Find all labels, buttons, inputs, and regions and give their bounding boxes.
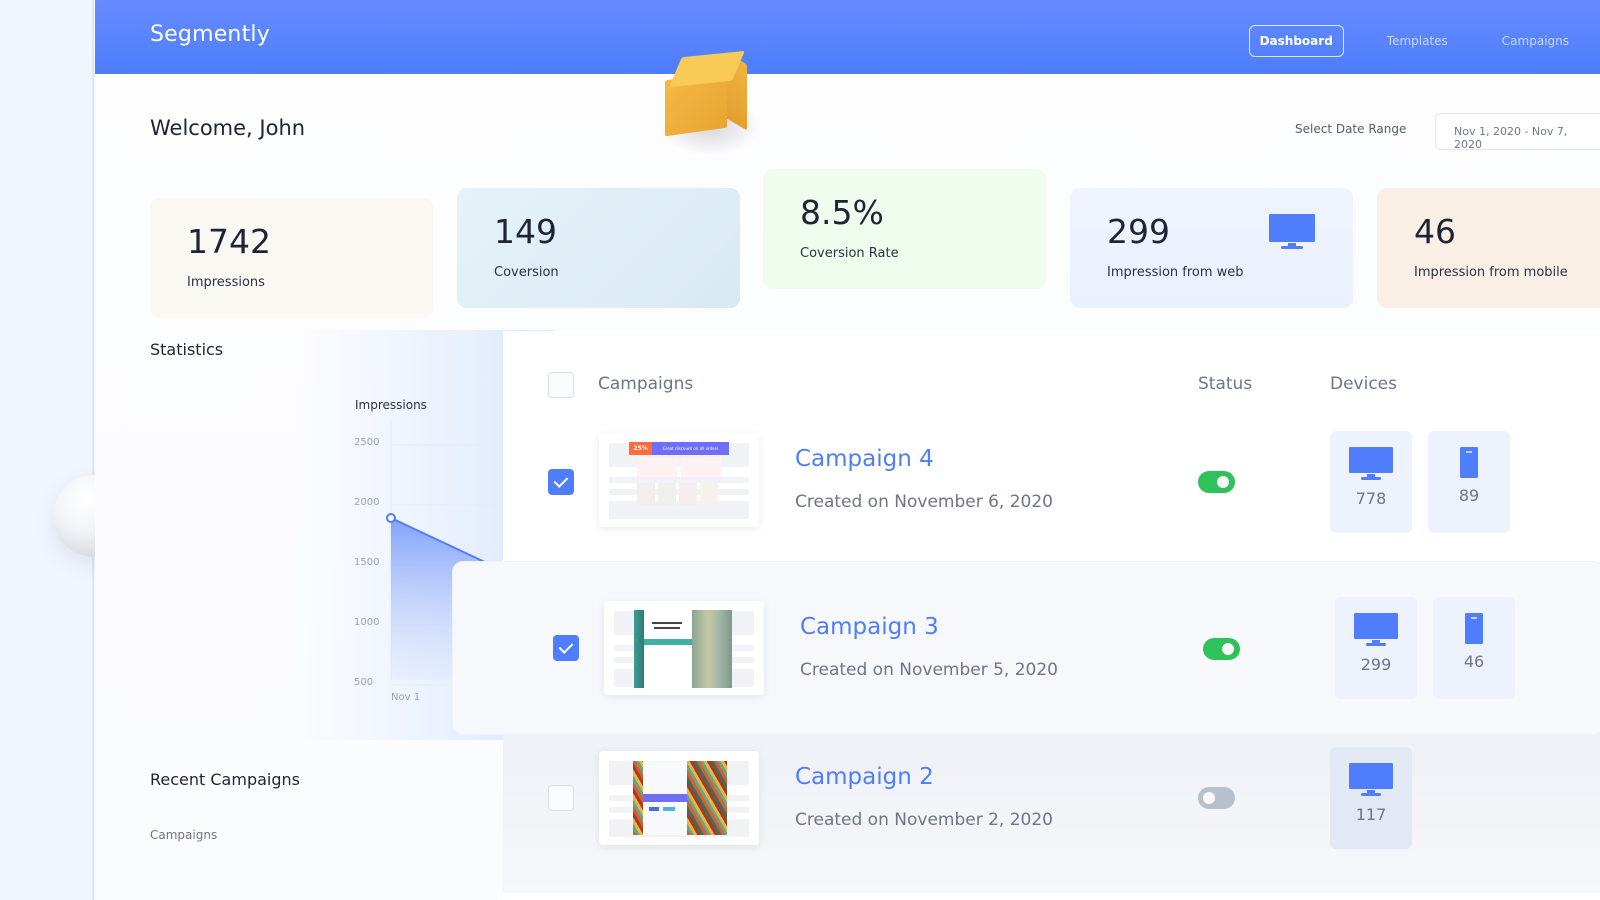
stat-card-mobile: 46 Impression from mobile <box>1377 188 1600 308</box>
stat-value: 8.5% <box>800 193 884 232</box>
device-count: 117 <box>1355 805 1387 824</box>
nav-templates[interactable]: Templates <box>1376 25 1459 57</box>
top-header: Segmently Dashboard Templates Campaigns <box>95 0 1600 74</box>
brand-logo[interactable]: Segmently <box>150 22 270 47</box>
device-mobile: 89 <box>1428 431 1510 533</box>
status-toggle[interactable] <box>1198 471 1235 493</box>
stat-label: Impression from web <box>1107 265 1244 280</box>
campaign-thumbnail[interactable] <box>604 601 764 695</box>
date-range-input[interactable]: Nov 1, 2020 - Nov 7, 2020 <box>1435 113 1600 151</box>
main-content: Segmently Dashboard Templates Campaigns … <box>95 0 1600 900</box>
stat-label: Coversion <box>494 265 559 280</box>
mobile-icon <box>1465 613 1483 644</box>
chart-y-tick-label: 1500 <box>354 557 379 568</box>
row-checkbox[interactable] <box>553 635 579 661</box>
campaign-created-date: Created on November 2, 2020 <box>795 810 1053 830</box>
welcome-heading: Welcome, John <box>150 116 306 140</box>
monitor-icon <box>1354 613 1398 646</box>
chart-y-tick-label: 1000 <box>354 617 379 628</box>
device-web: 778 <box>1330 431 1412 533</box>
decorative-cube <box>655 46 760 156</box>
device-count: 778 <box>1355 489 1387 508</box>
table-row[interactable]: 25% Great discount on all orders Campaig… <box>503 421 1600 581</box>
thumb-banner-text: Great discount on all orders <box>652 442 729 455</box>
campaign-name-link[interactable]: Campaign 4 <box>795 446 934 472</box>
device-count: 299 <box>1360 655 1392 674</box>
thumb-banner-badge: 25% <box>629 442 652 455</box>
device-web: 117 <box>1330 747 1412 849</box>
campaign-created-date: Created on November 5, 2020 <box>800 660 1058 680</box>
stat-card-conversion: 149 Coversion <box>457 188 740 308</box>
campaign-thumbnail[interactable] <box>599 751 759 845</box>
stat-label: Impression from mobile <box>1414 265 1568 280</box>
campaign-name-link[interactable]: Campaign 2 <box>795 764 934 790</box>
chart-y-tick-label: 2000 <box>354 497 379 508</box>
nav-dashboard[interactable]: Dashboard <box>1248 25 1344 57</box>
stat-value: 46 <box>1414 212 1456 251</box>
nav-campaigns[interactable]: Campaigns <box>1491 25 1580 57</box>
monitor-icon <box>1349 763 1393 796</box>
top-nav: Dashboard Templates Campaigns <box>1248 25 1600 57</box>
stat-label: Coversion Rate <box>800 246 899 261</box>
header-campaigns: Campaigns <box>598 374 694 394</box>
stat-card-conversion-rate: 8.5% Coversion Rate <box>763 169 1046 289</box>
campaign-created-date: Created on November 6, 2020 <box>795 492 1053 512</box>
chart-y-tick-label: 500 <box>354 677 373 688</box>
header-status: Status <box>1198 374 1253 394</box>
recent-campaigns-subtitle[interactable]: Campaigns <box>150 828 217 842</box>
monitor-icon <box>1349 447 1393 480</box>
row-checkbox[interactable] <box>548 785 574 811</box>
date-range-label: Select Date Range <box>1295 122 1407 136</box>
select-all-checkbox[interactable] <box>548 372 574 398</box>
device-count: 46 <box>1463 652 1485 671</box>
chart-title: Impressions <box>355 398 427 412</box>
stat-value: 149 <box>494 212 557 251</box>
stat-label: Impressions <box>187 275 265 290</box>
device-count: 89 <box>1458 486 1480 505</box>
statistics-heading: Statistics <box>150 340 224 359</box>
device-web: 299 <box>1335 597 1417 699</box>
status-toggle[interactable] <box>1203 638 1240 660</box>
campaign-name-link[interactable]: Campaign 3 <box>800 614 939 640</box>
status-toggle[interactable] <box>1198 787 1235 809</box>
chart-y-tick-label: 2500 <box>354 437 379 448</box>
row-checkbox[interactable] <box>548 469 574 495</box>
campaign-thumbnail[interactable]: 25% Great discount on all orders <box>599 433 759 527</box>
table-row-selected[interactable]: Campaign 3 Created on November 5, 2020 2… <box>453 562 1600 734</box>
monitor-icon <box>1269 214 1315 254</box>
stat-card-impressions: 1742 Impressions <box>150 198 433 318</box>
chart-x-tick-label: Nov 1 <box>391 692 420 703</box>
recent-campaigns-heading: Recent Campaigns <box>150 770 300 789</box>
left-rail <box>0 0 94 900</box>
stat-value: 1742 <box>187 222 271 261</box>
device-mobile: 46 <box>1433 597 1515 699</box>
mobile-icon <box>1460 447 1478 478</box>
header-devices: Devices <box>1330 374 1397 394</box>
stat-card-web: 299 Impression from web <box>1070 188 1353 308</box>
table-row[interactable]: Campaign 2 Created on November 2, 2020 1… <box>503 733 1600 893</box>
chart-data-point[interactable] <box>386 513 396 523</box>
